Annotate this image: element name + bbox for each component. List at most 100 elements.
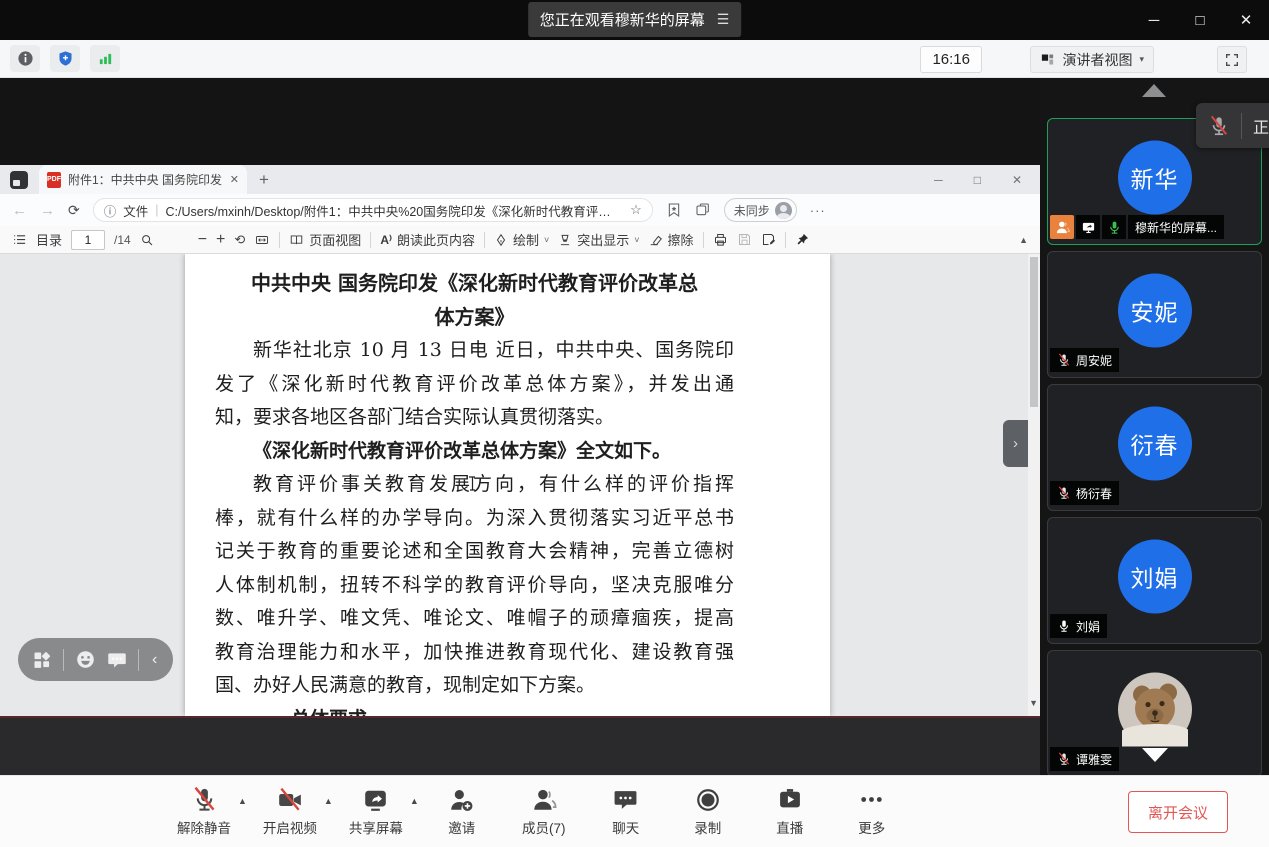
network-status-button[interactable] xyxy=(90,45,120,72)
scrollbar-down-icon[interactable]: ▼ xyxy=(1029,698,1038,708)
participant-tile-yangyanchun[interactable]: 衍春 杨衍春 xyxy=(1047,384,1262,511)
chat-bubble-icon[interactable] xyxy=(107,650,127,670)
minimize-button[interactable]: ─ xyxy=(1145,12,1163,29)
mic-muted-icon xyxy=(1057,353,1071,367)
zoom-out-icon[interactable]: − xyxy=(198,231,207,249)
highlight-chevron-icon[interactable]: ˅ xyxy=(634,235,639,245)
members-button[interactable]: 成员(7) xyxy=(503,783,585,837)
scroll-down-arrow[interactable] xyxy=(1142,748,1168,762)
apps-icon[interactable] xyxy=(32,650,52,670)
save-as-icon[interactable] xyxy=(761,232,776,247)
toc-icon[interactable] xyxy=(12,232,27,247)
tab-close-icon[interactable]: ✕ xyxy=(230,173,239,186)
doc-title-line2: 体方案》 xyxy=(215,301,734,335)
url-scheme-label: 文件 xyxy=(123,201,148,220)
participant-name: 周安妮 xyxy=(1076,352,1112,369)
page-view-icon xyxy=(289,233,304,247)
scroll-up-arrow[interactable] xyxy=(1142,84,1166,97)
highlight-button[interactable]: 突出显示 ˅ xyxy=(558,230,639,249)
invite-icon xyxy=(448,787,475,813)
sidebar-flyout-handle[interactable]: › xyxy=(1003,420,1028,467)
share-options-caret[interactable]: ▲ xyxy=(410,796,419,806)
more-button[interactable]: 更多 xyxy=(831,783,913,837)
mic-badge xyxy=(1102,215,1126,239)
fullscreen-button[interactable] xyxy=(1217,46,1247,73)
leave-meeting-button[interactable]: 离开会议 xyxy=(1128,791,1228,833)
browser-addressbar: ← → ⟳ ⓘ 文件 | C:/Users/mxinh/Desktop/附件1：… xyxy=(0,194,1040,226)
chat-button[interactable]: 聊天 xyxy=(585,783,667,837)
browser-menu-icon[interactable]: ··· xyxy=(810,203,826,218)
scrollbar-thumb[interactable] xyxy=(1030,257,1038,407)
sync-status-label: 未同步 xyxy=(734,202,770,219)
browser-tab[interactable]: PDF 附件1：中共中央 国务院印发《 ✕ xyxy=(39,165,247,194)
participant-name: 杨衍春 xyxy=(1076,485,1112,502)
browser-close-button[interactable]: ✕ xyxy=(1012,173,1022,187)
search-icon[interactable] xyxy=(140,233,154,247)
toc-label[interactable]: 目录 xyxy=(36,230,62,249)
meeting-info-button[interactable] xyxy=(10,45,40,72)
page-number-input[interactable] xyxy=(71,230,105,250)
zoom-in-icon[interactable]: + xyxy=(216,231,225,249)
browser-minimize-button[interactable]: ─ xyxy=(934,173,943,187)
fit-width-icon[interactable] xyxy=(254,233,270,247)
rotate-icon[interactable]: ⟲ xyxy=(234,232,245,248)
browser-profile-button[interactable]: 未同步 xyxy=(724,198,797,222)
info-icon xyxy=(17,50,34,67)
share-screen-button[interactable]: 共享屏幕 xyxy=(335,783,417,837)
live-stream-button[interactable]: 直播 xyxy=(749,783,831,837)
web-capture-icon[interactable] xyxy=(695,202,711,218)
video-options-caret[interactable]: ▲ xyxy=(324,796,333,806)
doc-line: 数、唯升学、唯文凭、唯论文、唯帽子的顽瘴痼疾，提高 xyxy=(215,602,734,636)
draw-button[interactable]: 绘制 ˅ xyxy=(494,230,549,249)
participant-tile-zhouanni[interactable]: 安妮 周安妮 xyxy=(1047,251,1262,378)
popup-text: 正 xyxy=(1253,114,1269,138)
meeting-window: 您正在观看穆新华的屏幕 ☰ ─ □ ✕ 16:16 演讲者视图 ▾ xyxy=(0,0,1269,847)
audio-options-caret[interactable]: ▲ xyxy=(238,796,247,806)
read-aloud-button[interactable]: A⁾ 朗读此页内容 xyxy=(380,230,475,249)
banner-menu-icon[interactable]: ☰ xyxy=(717,11,730,28)
watching-banner[interactable]: 您正在观看穆新华的屏幕 ☰ xyxy=(528,2,742,37)
print-icon[interactable] xyxy=(713,232,728,247)
mic-muted-icon xyxy=(1057,752,1071,766)
host-person-icon xyxy=(1055,220,1070,235)
collections-icon[interactable] xyxy=(666,202,682,218)
maximize-button[interactable]: □ xyxy=(1191,12,1209,29)
close-button[interactable]: ✕ xyxy=(1237,11,1255,29)
new-tab-button[interactable]: + xyxy=(259,170,269,190)
start-video-button[interactable]: 开启视频 xyxy=(249,783,331,837)
doc-line: 国、办好人民满意的教育，现制定如下方案。 xyxy=(215,669,734,703)
collapse-pill-icon[interactable]: ‹ xyxy=(150,651,159,669)
record-button[interactable]: 录制 xyxy=(667,783,749,837)
page-info-icon[interactable]: ⓘ xyxy=(104,201,117,220)
layout-icon xyxy=(1040,52,1055,67)
url-separator: | xyxy=(155,203,158,217)
back-icon[interactable]: ← xyxy=(12,202,27,219)
participant-tile-liujuan[interactable]: 刘娟 刘娟 xyxy=(1047,517,1262,644)
draw-chevron-icon[interactable]: ˅ xyxy=(544,235,549,245)
more-dots-icon xyxy=(859,787,884,812)
favorite-star-icon[interactable]: ☆ xyxy=(630,202,642,218)
invite-button[interactable]: 邀请 xyxy=(421,783,503,837)
pdf-file-icon: PDF xyxy=(47,172,61,188)
emoji-icon[interactable] xyxy=(75,649,96,670)
unmute-button[interactable]: 解除静音 xyxy=(163,783,245,837)
pin-toolbar-icon[interactable] xyxy=(795,232,810,247)
forward-icon[interactable]: → xyxy=(40,202,55,219)
doc-line: 知，要求各地区各部门结合实际认真贯彻落实。 xyxy=(215,401,734,435)
scrollbar-up-icon[interactable]: ▲ xyxy=(1019,235,1028,245)
pdf-scrollbar[interactable]: ▼ xyxy=(1028,254,1040,716)
view-mode-button[interactable]: 演讲者视图 ▾ xyxy=(1030,46,1154,73)
highlight-label: 突出显示 xyxy=(577,230,629,249)
erase-button[interactable]: 擦除 xyxy=(649,230,694,249)
profile-avatar xyxy=(775,202,792,219)
page-view-button[interactable]: 页面视图 xyxy=(289,230,361,249)
mic-muted-icon xyxy=(1208,115,1230,137)
mic-on-icon xyxy=(1107,220,1122,235)
tab-workspaces-icon[interactable] xyxy=(10,171,28,189)
url-field[interactable]: ⓘ 文件 | C:/Users/mxinh/Desktop/附件1：中共中央%2… xyxy=(93,198,653,222)
chevron-down-icon: ▾ xyxy=(1139,54,1144,65)
browser-restore-button[interactable]: □ xyxy=(974,173,981,187)
refresh-icon[interactable]: ⟳ xyxy=(68,202,80,219)
security-button[interactable] xyxy=(50,45,80,72)
statusbar: 16:16 演讲者视图 ▾ xyxy=(0,40,1269,78)
